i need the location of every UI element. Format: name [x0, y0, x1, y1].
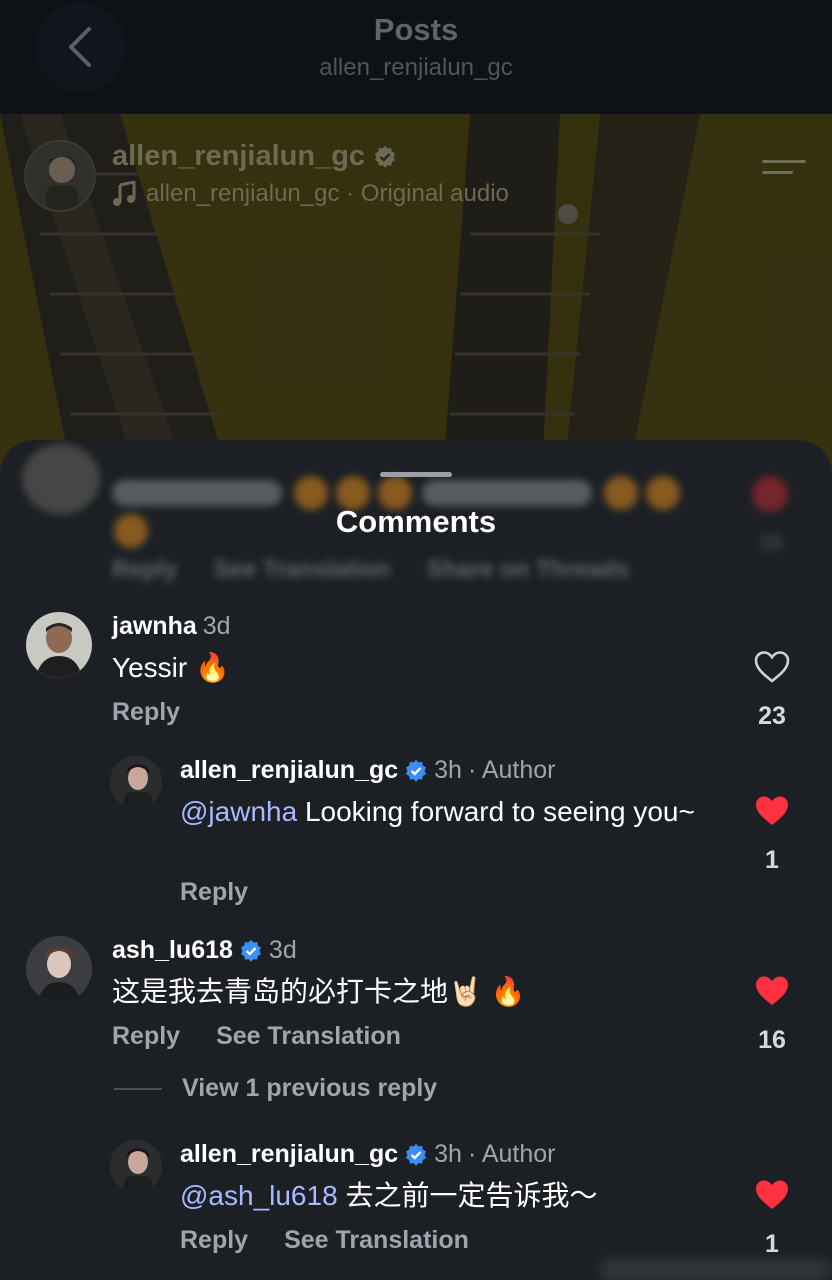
comment-text: @ash_lu618 去之前一定告诉我～ — [180, 1178, 720, 1213]
see-translation-button[interactable]: See Translation — [284, 1226, 469, 1255]
like-count: 23 — [758, 702, 786, 730]
heart-outline-icon — [754, 651, 790, 683]
post-author-avatar[interactable] — [24, 140, 96, 212]
like-button[interactable] — [750, 974, 794, 1013]
see-translation-button[interactable]: See Translation — [216, 1022, 401, 1051]
comment-actions: Reply — [112, 698, 180, 727]
verified-badge-icon — [406, 759, 427, 782]
verified-badge-icon — [406, 1143, 427, 1166]
comment-time: 3d — [202, 612, 231, 640]
view-previous-replies-button[interactable]: View 1 previous reply — [114, 1074, 437, 1103]
author-tag: · Author — [467, 1140, 556, 1168]
like-count: 16 — [758, 1026, 786, 1054]
blur-share-threads: Share on Threads — [426, 556, 630, 583]
avatar-image — [26, 612, 92, 678]
author-tag: · Author — [467, 756, 556, 784]
comment-header: allen_renjialun_gc 3h · Author — [180, 1140, 556, 1169]
commenter-avatar[interactable] — [26, 936, 92, 1002]
comment-header: allen_renjialun_gc 3h · Author — [180, 756, 556, 785]
mention-link[interactable]: @jawnha — [180, 796, 297, 827]
comment-time: 3h — [434, 756, 462, 784]
like-count: 1 — [765, 1230, 779, 1258]
blur-text-block — [112, 480, 282, 506]
blur-text-block — [422, 480, 592, 506]
comment-actions: Reply See Translation — [180, 1226, 469, 1255]
music-note-icon — [113, 181, 136, 206]
menu-icon[interactable] — [762, 160, 806, 190]
heart-filled-icon — [756, 976, 788, 1005]
comment-text: 这是我去青岛的必打卡之地🤘🏻 🔥 — [112, 976, 526, 1007]
reply-button[interactable]: Reply — [180, 878, 248, 907]
comment-time: 3h — [434, 1140, 462, 1168]
reply-button[interactable]: Reply — [112, 1022, 180, 1051]
reply-button[interactable]: Reply — [112, 698, 180, 727]
avatar-image — [26, 936, 92, 1002]
heart-filled-icon — [756, 1180, 788, 1209]
commenter-avatar[interactable] — [26, 612, 92, 678]
avatar-image — [110, 1140, 162, 1192]
thread-line — [114, 1087, 162, 1090]
like-button[interactable] — [750, 794, 794, 833]
comment-text: Yessir 🔥 — [112, 652, 230, 683]
commenter-username[interactable]: allen_renjialun_gc — [180, 756, 398, 785]
reply-button[interactable]: Reply — [180, 1226, 248, 1255]
post-username-text: allen_renjialun_gc — [112, 140, 366, 172]
post-audio-info[interactable]: allen_renjialun_gc · Original audio — [112, 180, 509, 208]
page-title: Posts — [373, 12, 459, 47]
commenter-avatar[interactable] — [110, 756, 162, 808]
avatar-image — [26, 142, 94, 210]
like-count: 1 — [765, 846, 779, 874]
commenter-avatar[interactable] — [110, 1140, 162, 1192]
heart-filled-icon — [756, 796, 788, 825]
menu-line — [762, 171, 793, 174]
comment-time: 3d — [268, 936, 297, 964]
view-replies-label: View 1 previous reply — [182, 1074, 438, 1102]
blur-translate: See Translation — [213, 556, 391, 583]
mention-link[interactable]: @ash_lu618 — [180, 1180, 338, 1211]
blurred-text — [112, 476, 680, 548]
watermark — [600, 1260, 830, 1280]
blurred-actions: Reply See Translation Share on Threads — [112, 556, 630, 584]
comment-header: jawnha 3d — [112, 612, 231, 641]
comment-header: ash_lu618 3d — [112, 936, 297, 965]
comments-title: Comments — [335, 504, 497, 539]
page-subtitle: allen_renjialun_gc — [319, 54, 513, 81]
comment-body: 去之前一定告诉我～ — [345, 1180, 598, 1211]
commenter-username[interactable]: allen_renjialun_gc — [180, 1140, 398, 1169]
menu-line — [762, 160, 806, 163]
comment-actions: Reply See Translation — [112, 1022, 401, 1051]
like-button[interactable] — [750, 1178, 794, 1217]
avatar-image — [110, 756, 162, 808]
commenter-username[interactable]: jawnha — [112, 612, 197, 641]
post-author-username[interactable]: allen_renjialun_gc — [112, 140, 397, 173]
blur-reply: Reply — [112, 556, 178, 583]
like-button[interactable] — [750, 650, 794, 689]
top-nav-bar: Posts allen_renjialun_gc — [0, 0, 832, 114]
verified-badge-icon — [240, 939, 261, 962]
comments-sheet: Reply See Translation Share on Threads 1… — [0, 440, 832, 1280]
verified-badge-icon — [375, 145, 396, 168]
comment-actions: Reply — [180, 878, 248, 907]
commenter-username[interactable]: ash_lu618 — [112, 936, 233, 965]
sheet-drag-handle[interactable] — [380, 472, 452, 477]
post-audio-text: allen_renjialun_gc · Original audio — [146, 180, 509, 207]
comment-text: @jawnha Looking forward to seeing you~ — [180, 794, 720, 829]
comment-body: Looking forward to seeing you~ — [304, 796, 695, 827]
